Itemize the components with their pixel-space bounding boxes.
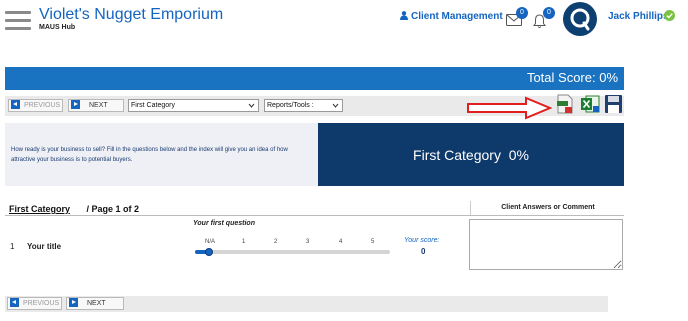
- excel-export-icon[interactable]: [580, 94, 600, 114]
- score-slider-track[interactable]: [195, 250, 390, 254]
- score-value: 0: [421, 247, 426, 256]
- scale-label-4: 4: [339, 239, 343, 245]
- avatar-logo-icon: [570, 8, 590, 31]
- client-management-link[interactable]: Client Management: [400, 11, 503, 22]
- bottom-navigation: PREVIOUS NEXT: [5, 296, 608, 312]
- intro-text: How ready is your business to sell? Fill…: [11, 147, 288, 163]
- chevron-left-icon: [11, 100, 20, 109]
- hamburger-menu-icon[interactable]: [5, 11, 31, 33]
- chevron-down-icon: [332, 103, 339, 108]
- scale-label-3: 3: [306, 239, 310, 245]
- pdf-export-icon[interactable]: [556, 94, 574, 114]
- user-name[interactable]: Jack Phillips: [608, 11, 669, 22]
- mail-badge: 0: [516, 7, 528, 19]
- next-button[interactable]: NEXT: [68, 99, 124, 112]
- check-circle-icon: [664, 10, 675, 21]
- app-subtitle: MAUS Hub: [39, 24, 76, 31]
- category-label: First Category: [9, 204, 71, 214]
- category-select[interactable]: First Category: [128, 99, 259, 112]
- avatar[interactable]: [563, 2, 597, 36]
- intro-panel: How ready is your business to sell? Fill…: [5, 123, 318, 186]
- chevron-down-icon: [248, 103, 255, 108]
- reports-tools-select[interactable]: Reports/Tools :: [264, 99, 343, 112]
- previous-button-bottom[interactable]: PREVIOUS: [7, 297, 62, 310]
- question-prompt: Your first question: [193, 220, 255, 227]
- red-arrow-icon: [467, 96, 552, 120]
- chevron-right-icon: [69, 298, 78, 307]
- chevron-left-icon: [10, 298, 19, 307]
- scale-label-na: N/A: [205, 239, 216, 245]
- section-title: First Category / Page 1 of 2: [9, 204, 139, 214]
- previous-button[interactable]: PREVIOUS: [8, 99, 63, 112]
- question-title: Your title: [27, 242, 62, 251]
- client-management-label: Client Management: [411, 11, 503, 22]
- client-answer-textarea[interactable]: [469, 219, 623, 270]
- notifications-button[interactable]: 0: [533, 7, 555, 30]
- scale-label-5: 5: [371, 239, 375, 245]
- total-score: Total Score: 0%: [526, 70, 618, 85]
- category-score-panel: First Category 0%: [318, 123, 624, 186]
- next-button-bottom[interactable]: NEXT: [66, 297, 124, 310]
- score-label: Your score:: [404, 237, 440, 244]
- scale-label-1: 1: [242, 239, 246, 245]
- person-icon: [400, 11, 408, 20]
- category-score: First Category 0%: [413, 147, 529, 163]
- notifications-badge: 0: [543, 7, 555, 19]
- total-score-bar: Total Score: 0%: [5, 67, 624, 90]
- mail-button[interactable]: 0: [506, 7, 528, 28]
- scale-label-2: 2: [274, 239, 278, 245]
- question-section-header: First Category / Page 1 of 2 Client Answ…: [5, 201, 624, 216]
- page-label: / Page 1 of 2: [86, 204, 140, 214]
- chevron-right-icon: [71, 100, 80, 109]
- save-icon[interactable]: [604, 94, 623, 114]
- app-title: Violet's Nugget Emporium: [39, 6, 224, 23]
- answers-column-header: Client Answers or Comment: [470, 201, 625, 215]
- question-number: 1: [10, 242, 15, 251]
- score-slider-handle[interactable]: [205, 248, 213, 256]
